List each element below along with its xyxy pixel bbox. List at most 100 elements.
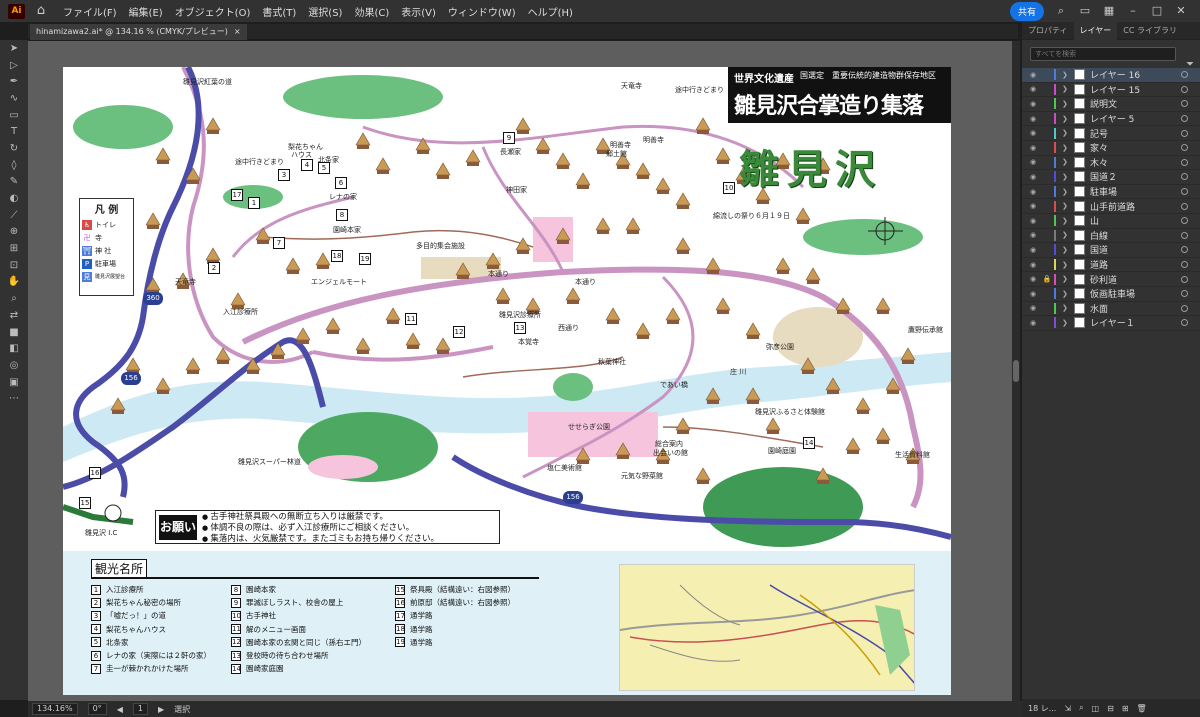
rectangle-tool-icon[interactable]: ▭	[0, 107, 28, 124]
workspace-icon[interactable]: ▦	[1102, 4, 1116, 18]
tab-properties[interactable]: プロパティ	[1022, 22, 1074, 40]
menu-select[interactable]: 選択(S)	[302, 4, 348, 19]
artboard[interactable]: 世界文化遺産 国選定 重要伝統的建造物群保存地区 雛見沢合掌造り集落 雛見沢 凡…	[63, 67, 951, 695]
visibility-eye-icon[interactable]: ◉	[1026, 290, 1040, 298]
menu-type[interactable]: 書式(T)	[256, 4, 302, 19]
clipping-mask-icon[interactable]: ◫	[1092, 704, 1100, 713]
layer-name[interactable]: 家々	[1090, 141, 1108, 154]
expand-arrow-icon[interactable]: ❯	[1062, 275, 1072, 283]
hand-tool-icon[interactable]: ✋	[0, 274, 28, 291]
target-circle-icon[interactable]	[1181, 71, 1188, 79]
search-icon[interactable]: ⌕	[1054, 4, 1068, 18]
more-tools-icon[interactable]: ⋯	[0, 390, 28, 407]
expand-arrow-icon[interactable]: ❯	[1062, 246, 1072, 254]
visibility-eye-icon[interactable]: ◉	[1026, 100, 1040, 108]
spot-number[interactable]: 1	[248, 197, 260, 209]
visibility-eye-icon[interactable]: ◉	[1026, 85, 1040, 93]
minimize-icon[interactable]: –	[1126, 4, 1140, 18]
target-circle-icon[interactable]	[1181, 188, 1188, 196]
target-circle-icon[interactable]	[1181, 173, 1188, 181]
type-tool-icon[interactable]: T	[0, 123, 28, 140]
visibility-eye-icon[interactable]: ◉	[1026, 275, 1040, 283]
spot-number[interactable]: 8	[336, 209, 348, 221]
target-circle-icon[interactable]	[1181, 319, 1188, 327]
layer-row[interactable]: ◉ ❯ 国道２	[1022, 170, 1200, 185]
spot-number[interactable]: 10	[723, 182, 735, 194]
layer-name[interactable]: 記号	[1090, 127, 1108, 140]
layer-row[interactable]: ◉ ❯ 家々	[1022, 141, 1200, 156]
spot-number[interactable]: 15	[79, 497, 91, 509]
visibility-eye-icon[interactable]: ◉	[1026, 304, 1040, 312]
layer-name[interactable]: 道路	[1090, 258, 1108, 271]
curvature-tool-icon[interactable]: ∿	[0, 90, 28, 107]
expand-arrow-icon[interactable]: ❯	[1062, 144, 1072, 152]
visibility-eye-icon[interactable]: ◉	[1026, 188, 1040, 196]
arrange-documents-icon[interactable]: ▭	[1078, 4, 1092, 18]
spot-number[interactable]: 11	[405, 313, 417, 325]
artboard-tool-icon[interactable]: ⊡	[0, 257, 28, 274]
layer-row[interactable]: ◉ ❯ レイヤー１	[1022, 316, 1200, 331]
spot-number[interactable]: 16	[89, 467, 101, 479]
home-icon[interactable]: ⌂	[33, 3, 49, 19]
target-circle-icon[interactable]	[1181, 129, 1188, 137]
expand-arrow-icon[interactable]: ❯	[1062, 231, 1072, 239]
visibility-eye-icon[interactable]: ◉	[1026, 158, 1040, 166]
paintbrush-tool-icon[interactable]: ✎	[0, 174, 28, 191]
spot-number[interactable]: 7	[273, 237, 285, 249]
layer-name[interactable]: 山手前道路	[1090, 200, 1135, 213]
layer-name[interactable]: 水面	[1090, 302, 1108, 315]
layer-row[interactable]: ◉ ❯ 仮画駐車場	[1022, 287, 1200, 302]
visibility-eye-icon[interactable]: ◉	[1026, 115, 1040, 123]
menu-object[interactable]: オブジェクト(O)	[169, 4, 257, 19]
spot-number[interactable]: 4	[301, 159, 313, 171]
target-circle-icon[interactable]	[1181, 290, 1188, 298]
layer-row[interactable]: ◉ ❯ 記号	[1022, 126, 1200, 141]
layer-name[interactable]: 駐車場	[1090, 185, 1117, 198]
visibility-eye-icon[interactable]: ◉	[1026, 319, 1040, 327]
visibility-eye-icon[interactable]: ◉	[1026, 217, 1040, 225]
layer-row[interactable]: ◉ 🔒 ❯ 砂利道	[1022, 272, 1200, 287]
spot-number[interactable]: 3	[278, 169, 290, 181]
target-circle-icon[interactable]	[1181, 100, 1188, 108]
visibility-eye-icon[interactable]: ◉	[1026, 202, 1040, 210]
prev-artboard-icon[interactable]: ◀	[117, 705, 123, 714]
maximize-icon[interactable]: □	[1150, 4, 1164, 18]
rotate-view[interactable]: 0°	[87, 703, 107, 715]
zoom-level[interactable]: 134.16%	[32, 703, 78, 715]
shape-builder-tool-icon[interactable]: ⊞	[0, 240, 28, 257]
layer-name[interactable]: 木々	[1090, 156, 1108, 169]
expand-arrow-icon[interactable]: ❯	[1062, 319, 1072, 327]
layer-row[interactable]: ◉ ❯ 白線	[1022, 229, 1200, 244]
locate-object-icon[interactable]: ⌕	[1079, 703, 1083, 713]
new-layer-icon[interactable]: ⊞	[1122, 704, 1129, 713]
collect-export-icon[interactable]: ⇲	[1064, 704, 1071, 713]
layer-row[interactable]: ◉ ❯ 水面	[1022, 302, 1200, 317]
target-circle-icon[interactable]	[1181, 231, 1188, 239]
color-mode-icon[interactable]: ◧	[0, 340, 28, 357]
drawing-mode-icon[interactable]: ◎	[0, 357, 28, 374]
layer-name[interactable]: レイヤー 15	[1090, 83, 1140, 96]
expand-arrow-icon[interactable]: ❯	[1062, 115, 1072, 123]
expand-arrow-icon[interactable]: ❯	[1062, 100, 1072, 108]
target-circle-icon[interactable]	[1181, 217, 1188, 225]
layer-row[interactable]: ◉ ❯ 山手前道路	[1022, 199, 1200, 214]
tab-cc-libraries[interactable]: CC ライブラリ	[1117, 22, 1183, 40]
target-circle-icon[interactable]	[1181, 246, 1188, 254]
menu-view[interactable]: 表示(V)	[395, 4, 442, 19]
spot-number[interactable]: 19	[359, 253, 371, 265]
layer-row[interactable]: ◉ ❯ レイヤー 16	[1022, 68, 1200, 83]
visibility-eye-icon[interactable]: ◉	[1026, 246, 1040, 254]
expand-arrow-icon[interactable]: ❯	[1062, 304, 1072, 312]
share-button[interactable]: 共有	[1009, 1, 1044, 21]
spot-number[interactable]: 6	[335, 177, 347, 189]
visibility-eye-icon[interactable]: ◉	[1026, 71, 1040, 79]
menu-window[interactable]: ウィンドウ(W)	[442, 4, 522, 19]
layer-row[interactable]: ◉ ❯ 説明文	[1022, 97, 1200, 112]
gradient-tool-icon[interactable]: ◐	[0, 190, 28, 207]
expand-arrow-icon[interactable]: ❯	[1062, 217, 1072, 225]
layer-name[interactable]: 国道	[1090, 243, 1108, 256]
expand-arrow-icon[interactable]: ❯	[1062, 71, 1072, 79]
rotate-tool-icon[interactable]: ↻	[0, 140, 28, 157]
visibility-eye-icon[interactable]: ◉	[1026, 173, 1040, 181]
layer-row[interactable]: ◉ ❯ レイヤー 15	[1022, 83, 1200, 98]
